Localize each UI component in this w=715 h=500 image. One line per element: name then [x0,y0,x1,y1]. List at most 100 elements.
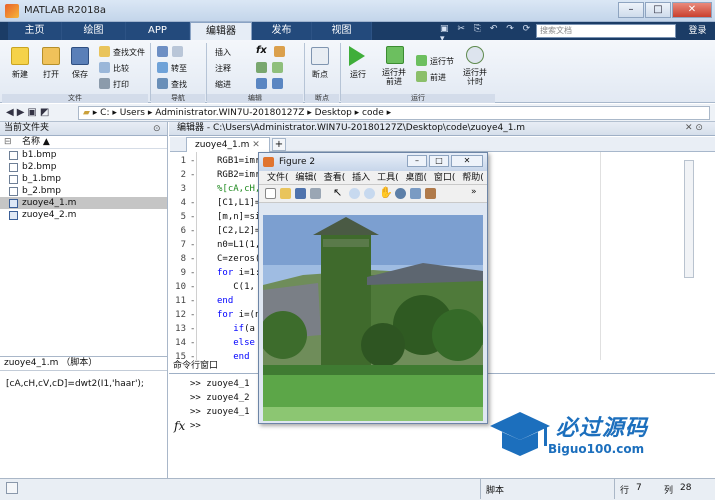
file-item-selected[interactable]: zuoye4_1.m [0,197,167,209]
goto-button[interactable]: 转至 [171,63,187,74]
data-cursor-icon[interactable] [410,188,421,199]
code-line[interactable]: for i=1: [217,268,260,278]
zoom-in-icon[interactable] [349,188,360,199]
tab-view[interactable]: 视图 [312,22,372,40]
run-section-button[interactable]: 运行节 [430,56,454,67]
code-line[interactable]: for i=(n [217,310,260,320]
back-arrow-icon[interactable] [157,46,168,57]
fig-menu-edit[interactable]: 编辑( [295,173,317,183]
forward-arrow-icon[interactable] [172,46,183,57]
find-files-button[interactable]: 查找文件 [113,47,145,58]
breakpoint-dash[interactable]: - [190,282,195,292]
brush-icon[interactable] [425,188,436,199]
outdent-icon[interactable] [272,78,283,89]
code-line[interactable]: else [217,338,255,348]
name-column-header[interactable]: 名称 ▲ [22,137,50,147]
tab-zuoye4-1[interactable]: zuoye4_1.m ✕ [186,137,270,152]
fig-menu-insert[interactable]: 插入 [352,173,370,183]
expand-icon[interactable]: ⊟ [4,136,12,149]
tab-home[interactable]: 主页 [8,22,62,40]
run-and-time-button[interactable]: 运行并 计时 [463,68,487,86]
code-line[interactable]: RGB1=imr [217,156,260,166]
new-button[interactable]: 新建 [12,69,28,80]
breakpoint-dash[interactable]: - [190,254,195,264]
breakpoint-dash[interactable]: - [190,198,195,208]
tab-plots[interactable]: 绘图 [62,22,126,40]
uncomment-icon[interactable] [272,62,283,73]
compare-button[interactable]: 比较 [113,63,129,74]
fig-menu-desktop[interactable]: 桌面( [405,173,427,183]
figure-maximize-button[interactable]: □ [429,155,449,167]
save-icon[interactable] [295,188,306,199]
pan-icon[interactable]: ✋ [379,186,393,199]
zoom-out-icon[interactable] [364,188,375,199]
path-segment[interactable]: C: [100,108,109,118]
minimize-button[interactable]: – [618,2,644,18]
editor-close-icon[interactable]: ✕ ⊙ [685,123,703,133]
code-line[interactable]: [C1,L1]= [217,198,260,208]
fig-menu-window[interactable]: 窗口( [434,173,456,183]
print-icon[interactable] [310,188,321,199]
breakpoint-dash[interactable]: - [190,338,195,348]
comment-percent-icon[interactable] [256,62,267,73]
breakpoint-dash[interactable]: - [190,310,195,320]
find-button[interactable]: 查找 [171,79,187,90]
breakpoint-dash[interactable]: - [190,268,195,278]
code-line[interactable]: end [217,296,233,306]
search-input[interactable]: 搜索文档 [536,24,676,38]
breakpoint-dash[interactable]: - [190,156,195,166]
figure-close-button[interactable]: ✕ [451,155,483,167]
print-button[interactable]: 打印 [113,79,129,90]
add-tab-button[interactable]: + [272,138,286,151]
fx-button[interactable]: fx [256,45,267,56]
breakpoint-dash[interactable]: - [190,324,195,334]
fig-menu-help[interactable]: 帮助( [462,173,484,183]
nav-arrows-icon[interactable]: ◀▶▣◩ [6,107,52,118]
panel-menu-icon[interactable]: ⊙ [153,124,161,134]
code-line[interactable]: [m,n]=si [217,212,260,222]
more-tools-icon[interactable]: » [471,187,477,197]
breakpoints-button[interactable]: 断点 [312,69,328,80]
tab-apps[interactable]: APP [126,22,190,40]
close-button[interactable]: ✕ [672,2,712,18]
open-button[interactable]: 打开 [43,69,59,80]
save-button[interactable]: 保存 [72,69,88,80]
fig-menu-tools[interactable]: 工具( [377,173,399,183]
comment-button[interactable]: 注释 [215,63,231,74]
fx-icon[interactable]: fx [174,419,185,433]
file-item[interactable]: b1.bmp [0,149,167,161]
code-line[interactable]: [C2,L2]= [217,226,260,236]
file-item[interactable]: b2.bmp [0,161,167,173]
breakpoint-dash[interactable]: - [190,170,195,180]
code-line[interactable]: n0=L1(1, [217,240,260,250]
fig-menu-file[interactable]: 文件( [267,173,289,183]
figure-minimize-button[interactable]: – [407,155,427,167]
rotate-icon[interactable] [395,188,406,199]
file-item[interactable]: b_1.bmp [0,173,167,185]
path-bar[interactable]: ▰ ▸ C: ▸ Users ▸ Administrator.WIN7U-201… [78,106,710,120]
path-segment[interactable]: Administrator.WIN7U-20180127Z [155,108,304,118]
quick-access-toolbar[interactable]: ▣ ✂ ⎘ ↶ ↷ ⟳ ▾ [440,24,535,44]
maximize-button[interactable]: □ [645,2,671,18]
code-line[interactable]: %[cA,cH, [217,184,260,194]
figure-window[interactable]: Figure 2 – □ ✕ 文件( 编辑( 查看( 插入 工具( 桌面( 窗口… [258,152,488,424]
breakpoint-dash[interactable]: - [190,226,195,236]
path-segment[interactable]: Users [120,108,145,118]
command-prompt[interactable]: >> [190,421,201,431]
login-link[interactable]: 登录 [680,22,715,40]
editor-scrollbar[interactable] [684,160,694,278]
file-item[interactable]: zuoye4_2.m [0,209,167,221]
run-advance-button[interactable]: 运行并 前进 [382,68,406,86]
path-segment[interactable]: code [362,108,384,118]
tab-editor[interactable]: 编辑器 [190,22,252,40]
breakpoint-dash[interactable]: - [190,212,195,222]
status-menu-icon[interactable] [6,482,18,494]
run-button[interactable]: 运行 [350,69,366,80]
tab-publish[interactable]: 发布 [252,22,312,40]
file-item[interactable]: b_2.bmp [0,185,167,197]
code-line[interactable]: C(1, [217,282,255,292]
figure-title-bar[interactable]: Figure 2 – □ ✕ [259,153,487,171]
open-icon[interactable] [280,188,291,199]
indent-icon[interactable] [256,78,267,89]
new-figure-icon[interactable] [265,188,276,199]
